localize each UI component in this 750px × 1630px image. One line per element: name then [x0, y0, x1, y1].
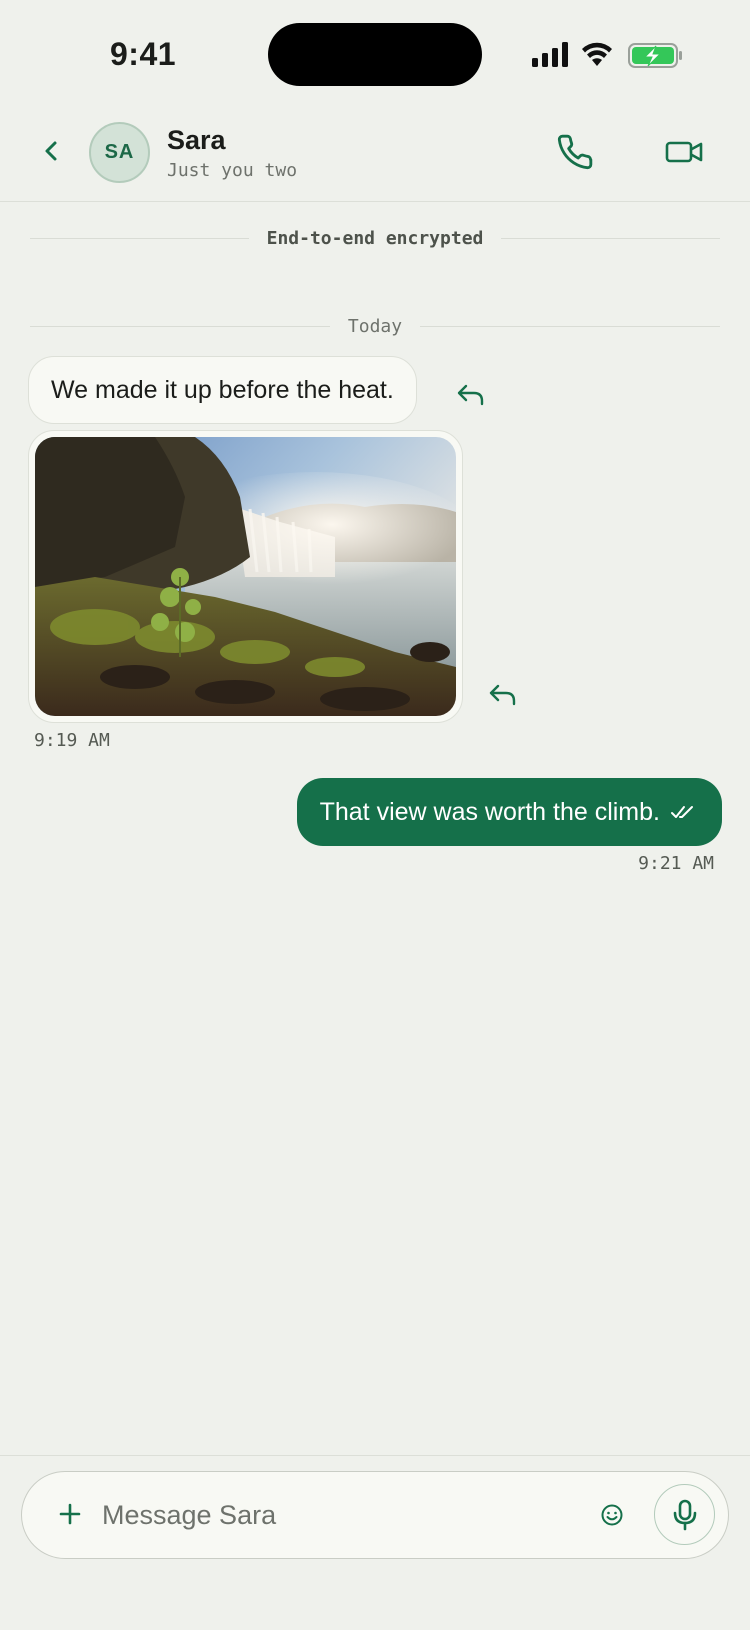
avatar[interactable]: SA: [89, 122, 150, 183]
reply-button[interactable]: [454, 380, 488, 410]
reply-button[interactable]: [486, 680, 520, 710]
contact-subtitle: Just you two: [167, 160, 298, 181]
voice-message-button[interactable]: [654, 1484, 715, 1545]
reply-arrow-icon: [457, 384, 484, 406]
incoming-image-bubble[interactable]: [28, 430, 463, 723]
message-input[interactable]: [102, 1490, 552, 1540]
incoming-message-bubble[interactable]: We made it up before the heat.: [28, 356, 417, 424]
message-timestamp: 9:19 AM: [34, 730, 110, 751]
divider-line: [420, 326, 720, 327]
date-separator-label: Today: [347, 316, 403, 337]
message-composer: [21, 1471, 729, 1559]
waterfall-photo[interactable]: [35, 437, 456, 716]
message-timestamp: 9:21 AM: [638, 853, 714, 874]
double-check-icon: [670, 803, 696, 821]
status-bar: 9:41: [0, 0, 750, 100]
dynamic-island: [268, 23, 482, 86]
chat-header: SA Sara Just you two: [0, 100, 750, 202]
attach-button[interactable]: [50, 1494, 90, 1534]
contact-name[interactable]: Sara: [167, 125, 226, 156]
chevron-left-icon: [45, 141, 57, 161]
divider-line: [30, 238, 249, 239]
emoji-button[interactable]: [595, 1498, 629, 1532]
encryption-label: End-to-end encrypted: [266, 228, 484, 249]
divider-line: [501, 238, 720, 239]
status-time: 9:41: [110, 36, 177, 72]
video-camera-icon: [665, 141, 703, 163]
emoji-icon: [601, 1504, 623, 1526]
reply-arrow-icon: [489, 684, 516, 706]
status-icons: [530, 40, 730, 70]
wifi-icon: [582, 42, 612, 66]
back-button[interactable]: [36, 133, 66, 169]
voice-call-button[interactable]: [553, 130, 597, 174]
cellular-signal-icon: [532, 42, 568, 67]
outgoing-message-text: That view was worth the climb.: [319, 797, 660, 826]
plus-icon: [59, 1503, 81, 1525]
video-call-button[interactable]: [660, 130, 708, 174]
phone-icon: [557, 134, 593, 170]
divider-line: [30, 326, 330, 327]
encryption-notice: End-to-end encrypted: [30, 228, 720, 249]
battery-charging-icon: [628, 43, 682, 68]
outgoing-message-bubble[interactable]: That view was worth the climb.: [296, 778, 722, 846]
microphone-icon: [673, 1499, 696, 1530]
date-separator: Today: [30, 316, 720, 337]
composer-divider: [0, 1455, 750, 1456]
